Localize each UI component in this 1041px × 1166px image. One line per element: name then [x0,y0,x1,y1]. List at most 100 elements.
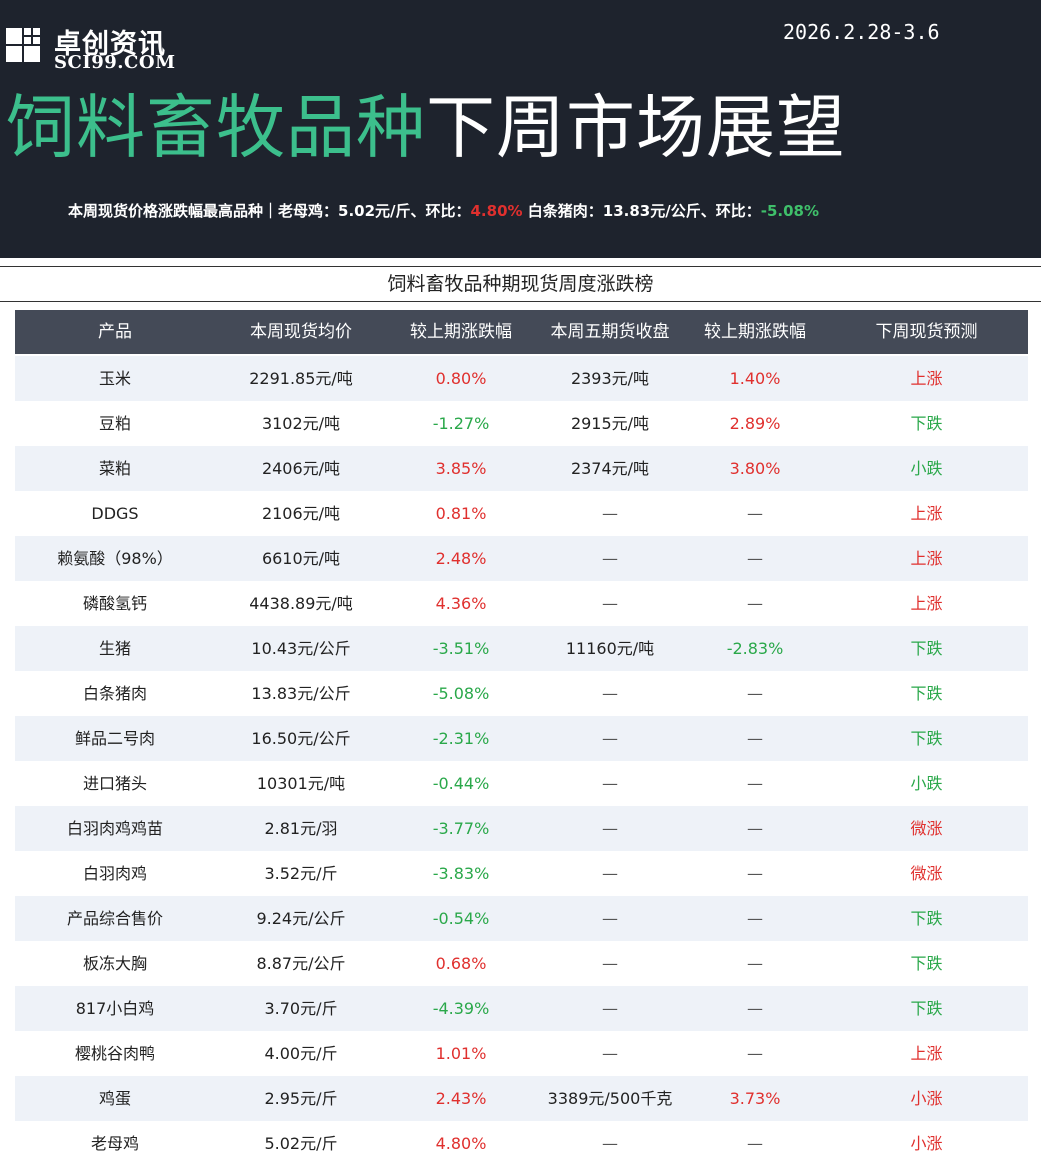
cell-spot-price: 2.81元/羽 [264,819,338,838]
cell-forecast: 上涨 [910,549,943,568]
cell-product: 鲜品二号肉 [74,729,155,748]
column-header-forecast: 下周现货预测 [875,322,978,342]
summary-prefix: 本周现货价格涨跌幅最高品种｜老母鸡：5.02元/斤、环比： [68,202,471,220]
cell-spot-price: 10.43元/公斤 [251,639,351,658]
table-row: 白羽肉鸡 3.52元/斤 -3.83% — — 微涨 [15,851,1028,896]
summary-middle: 白条猪肉：13.83元/公斤、环比： [527,202,761,220]
cell-spot-price: 3102元/吨 [261,414,341,433]
table-row: DDGS 2106元/吨 0.81% — — 上涨 [15,491,1028,536]
cell-spot-change: 0.68% [435,954,487,973]
table-row: 樱桃谷肉鸭 4.00元/斤 1.01% — — 上涨 [15,1031,1028,1076]
cell-spot-change: -4.39% [432,999,490,1018]
cell-spot-price: 2106元/吨 [261,504,341,523]
cell-futures-close: — [602,909,618,928]
cell-spot-change: -3.77% [432,819,490,838]
cell-futures-close: — [602,999,618,1018]
cell-spot-change: 4.80% [435,1134,487,1153]
cell-futures-change: — [747,684,763,703]
cell-forecast: 上涨 [910,504,943,523]
cell-forecast: 下跌 [910,999,943,1018]
cell-futures-change: 3.80% [729,459,781,478]
date-range: 2026.2.28-3.6 [783,20,940,44]
cell-forecast: 下跌 [910,729,943,748]
cell-forecast: 微涨 [910,819,943,838]
cell-product: 鸡蛋 [98,1089,131,1108]
cell-futures-close: — [602,774,618,793]
cell-futures-close: — [602,594,618,613]
cell-futures-close: — [602,1044,618,1063]
table-row: 白条猪肉 13.83元/公斤 -5.08% — — 下跌 [15,671,1028,716]
cell-spot-change: -0.54% [432,909,490,928]
cell-futures-change: — [747,819,763,838]
cell-forecast: 小跌 [910,459,943,478]
column-header-futures-change: 较上期涨跌幅 [704,322,806,342]
cell-spot-change: -3.83% [432,864,490,883]
cell-futures-change: 3.73% [729,1089,781,1108]
cell-spot-price: 4438.89元/吨 [249,594,353,613]
cell-spot-price: 9.24元/公斤 [256,909,346,928]
weekly-summary: 本周现货价格涨跌幅最高品种｜老母鸡：5.02元/斤、环比：4.80% 白条猪肉：… [68,200,819,221]
cell-product: 老母鸡 [90,1134,139,1153]
cell-product: DDGS [91,504,139,523]
cell-forecast: 下跌 [910,414,943,433]
column-header-product: 产品 [98,322,132,342]
summary-value-2: -5.08% [760,202,819,220]
cell-product: 生猪 [98,639,131,658]
cell-futures-change: — [747,954,763,973]
cell-futures-close: — [602,1134,618,1153]
cell-forecast: 下跌 [910,684,943,703]
cell-futures-close: 2915元/吨 [570,414,650,433]
table-row: 鸡蛋 2.95元/斤 2.43% 3389元/500千克 3.73% 小涨 [15,1076,1028,1121]
cell-futures-close: — [602,684,618,703]
table-row: 白羽肉鸡鸡苗 2.81元/羽 -3.77% — — 微涨 [15,806,1028,851]
cell-spot-price: 10301元/吨 [256,774,346,793]
cell-spot-change: 2.48% [435,549,487,568]
cell-spot-change: -2.31% [432,729,490,748]
table-row: 赖氨酸（98%） 6610元/吨 2.48% — — 上涨 [15,536,1028,581]
cell-spot-change: -0.44% [432,774,490,793]
cell-spot-price: 13.83元/公斤 [251,684,351,703]
cell-futures-change: — [747,909,763,928]
cell-spot-change: 0.80% [435,369,487,388]
cell-spot-price: 16.50元/公斤 [251,729,351,748]
cell-product: 板冻大胸 [82,954,147,973]
cell-futures-close: — [602,729,618,748]
table-row: 磷酸氢钙 4438.89元/吨 4.36% — — 上涨 [15,581,1028,626]
cell-futures-close: 3389元/500千克 [547,1089,673,1108]
cell-product: 豆粕 [98,414,131,433]
cell-forecast: 上涨 [910,594,943,613]
cell-spot-price: 2.95元/斤 [264,1089,338,1108]
cell-forecast: 小跌 [910,774,943,793]
cell-product: 磷酸氢钙 [82,594,147,613]
cell-futures-change: — [747,549,763,568]
cell-product: 赖氨酸（98%） [57,549,173,568]
cell-futures-change: -2.83% [726,639,784,658]
title-part-green: 饲料畜牧品种 [6,88,426,168]
cell-spot-change: 0.81% [435,504,487,523]
cell-futures-close: — [602,954,618,973]
table-body: 玉米 2291.85元/吨 0.80% 2393元/吨 1.40% 上涨 豆粕 3102元/吨… [15,356,1028,1166]
board-title: 饲料畜牧品种期现货周度涨跌榜 [0,266,1041,302]
cell-futures-change: — [747,774,763,793]
cell-forecast: 下跌 [910,639,943,658]
cell-product: 进口猪头 [82,774,147,793]
cell-spot-change: 3.85% [435,459,487,478]
cell-futures-change: — [747,999,763,1018]
cell-spot-price: 6610元/吨 [261,549,341,568]
cell-spot-price: 3.70元/斤 [264,999,338,1018]
cell-futures-close: 2393元/吨 [570,369,650,388]
cell-spot-change: -1.27% [432,414,490,433]
cell-spot-change: 4.36% [435,594,487,613]
cell-spot-change: 1.01% [435,1044,487,1063]
table-row: 生猪 10.43元/公斤 -3.51% 11160元/吨 -2.83% 下跌 [15,626,1028,671]
cell-futures-change: 1.40% [729,369,781,388]
logo-text-en: SCI99.COM [54,52,176,73]
cell-forecast: 上涨 [910,369,943,388]
cell-forecast: 微涨 [910,864,943,883]
cell-futures-close: 11160元/吨 [565,639,655,658]
cell-spot-price: 2406元/吨 [261,459,341,478]
cell-product: 白羽肉鸡 [82,864,147,883]
cell-forecast: 小涨 [910,1134,943,1153]
cell-product: 817小白鸡 [75,999,155,1018]
cell-futures-change: — [747,729,763,748]
